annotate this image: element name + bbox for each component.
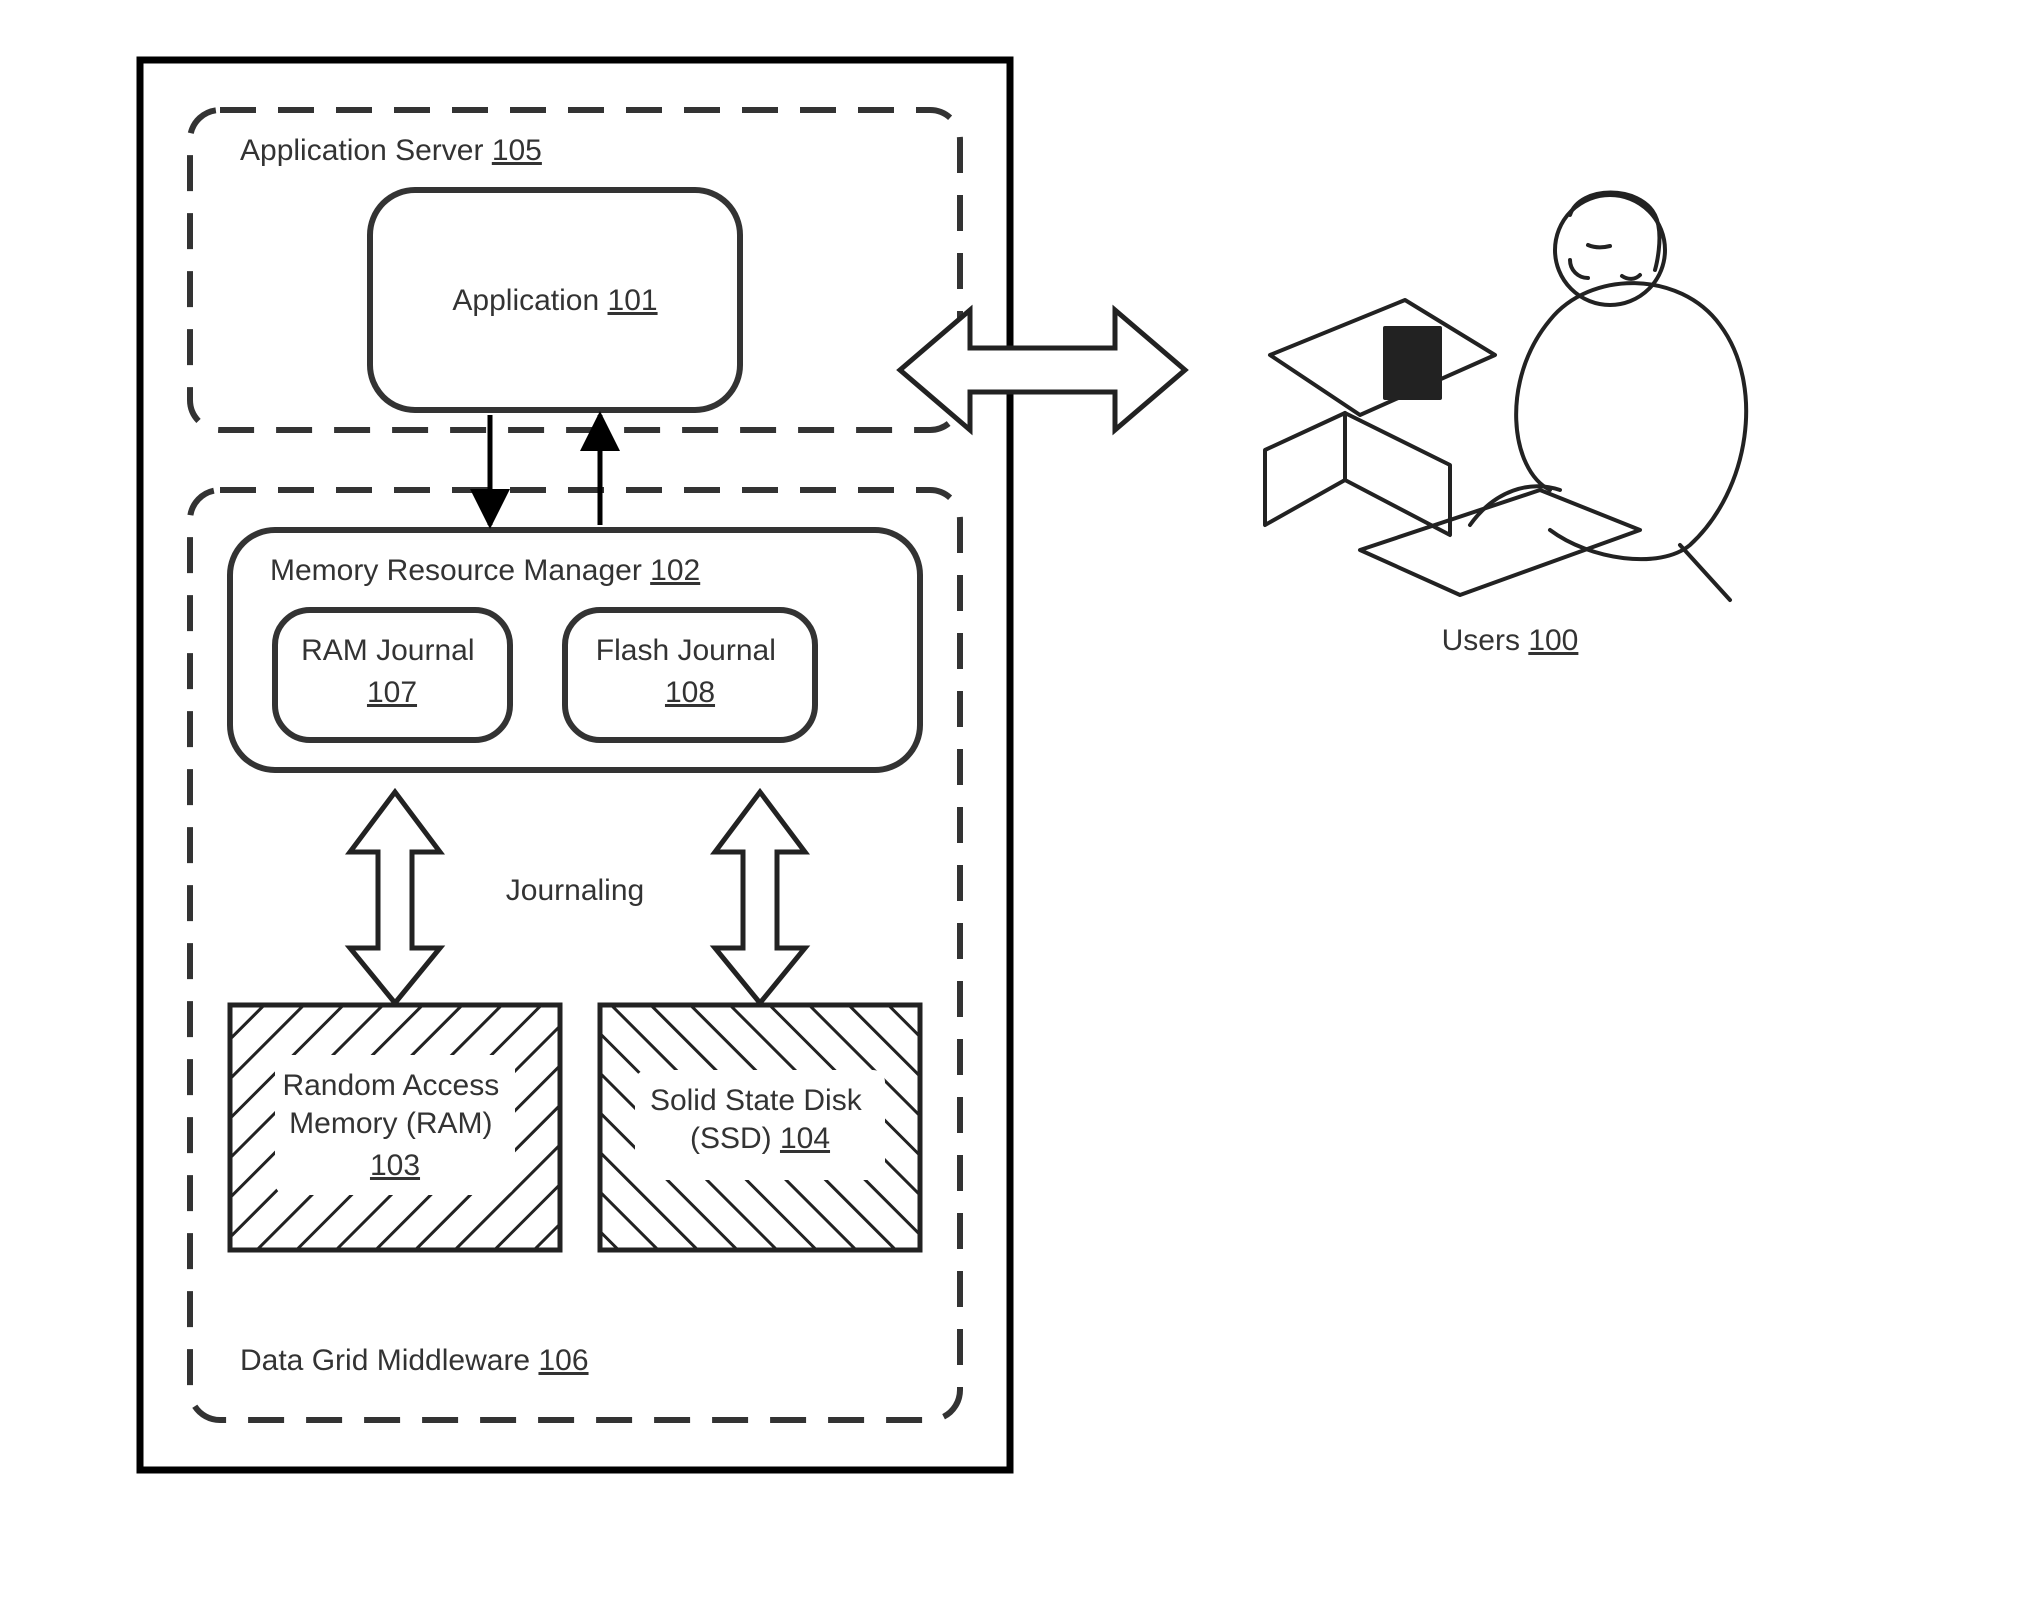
- ram-journal-box: [275, 610, 510, 740]
- app-server-label: Application Server 105: [240, 134, 542, 167]
- journaling-label: Journaling: [506, 874, 644, 907]
- ssd-box: Solid State Disk (SSD) 104: [600, 1005, 920, 1250]
- application-label: Application 101: [452, 284, 657, 317]
- ram-box: Random Access Memory (RAM) 103: [230, 1005, 560, 1250]
- double-arrow-ram: [350, 792, 440, 1003]
- users-label: Users 100: [1442, 624, 1579, 657]
- mrm-label: Memory Resource Manager 102: [270, 554, 700, 587]
- middleware-label: Data Grid Middleware 106: [240, 1344, 589, 1377]
- flash-journal-box: [565, 610, 815, 740]
- double-arrow-users: [900, 310, 1185, 430]
- double-arrow-ssd: [715, 792, 805, 1003]
- user-illustration: [1265, 193, 1746, 601]
